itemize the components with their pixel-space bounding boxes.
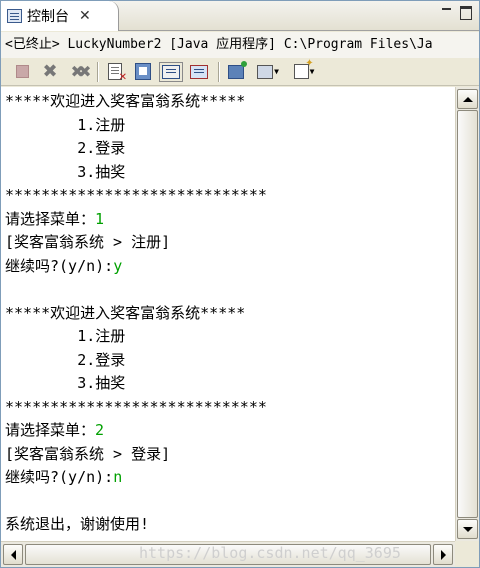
console-view: 控制台 ✕ <已终止> LuckyNumber2 [Java 应用程序] C:\…	[0, 0, 480, 568]
show-on-stderr-button[interactable]	[188, 61, 210, 83]
console-line: *****欢迎进入奖客富翁系统*****	[5, 302, 455, 326]
tab-label: 控制台	[27, 9, 69, 25]
console-user-input: y	[113, 256, 123, 275]
console-output-text: *****************************	[5, 186, 267, 204]
open-console-button[interactable]: ▼	[289, 58, 319, 83]
console-line: *****************************	[5, 396, 455, 420]
terminate-icon	[15, 65, 29, 78]
view-controls	[439, 5, 473, 19]
tab-console[interactable]: 控制台 ✕	[1, 1, 119, 31]
console-icon	[7, 9, 22, 23]
console-output-text: *****************************	[5, 397, 267, 416]
remove-launch-icon: ✖	[42, 61, 58, 82]
console-line: 3.抽奖	[5, 161, 455, 185]
console-line: 系统退出，谢谢使用!	[5, 513, 455, 537]
arrow-left-icon	[10, 549, 16, 560]
arrow-right-icon	[440, 549, 446, 560]
horizontal-scrollbar[interactable]	[1, 541, 455, 567]
console-line: 继续吗?(y/n):n	[5, 466, 455, 490]
remove-all-terminated-icon: ✖✖	[70, 62, 92, 81]
console-output-text: 2.登录	[5, 350, 126, 369]
maximize-icon[interactable]	[459, 5, 473, 19]
toolbar-separator	[218, 61, 219, 82]
vertical-scrollbar[interactable]	[455, 87, 479, 541]
console-output-text: 3.抽奖	[5, 374, 126, 392]
console-line: 2.登录	[5, 137, 455, 161]
minimize-icon[interactable]	[439, 5, 453, 19]
console-description: <已终止> LuckyNumber2 [Java 应用程序] C:\Progra…	[1, 32, 479, 58]
scroll-up-button[interactable]	[457, 89, 478, 109]
arrow-down-icon	[462, 526, 473, 532]
show-on-stdout-button[interactable]	[159, 61, 183, 83]
console-line: 2.登录	[5, 349, 455, 373]
console-user-input: n	[113, 468, 123, 486]
display-selected-console-button[interactable]: ▼	[253, 61, 283, 83]
open-console-icon	[293, 58, 314, 79]
console-line: [奖客富翁系统 > 注册]	[5, 231, 455, 255]
show-on-stderr-icon	[190, 64, 208, 79]
console-user-input: 2	[95, 421, 105, 439]
console-output-text: 请选择菜单：	[5, 421, 96, 439]
console-output-text: 3.抽奖	[5, 162, 126, 181]
console-output-text: 继续吗?(y/n):	[5, 468, 114, 486]
show-on-stdout-icon	[159, 61, 183, 82]
console-line: 1.注册	[5, 114, 455, 138]
console-output-text: 系统退出，谢谢使用!	[5, 515, 150, 533]
display-selected-console-icon	[257, 64, 274, 79]
scroll-left-button[interactable]	[3, 544, 23, 565]
scroll-lock-icon	[135, 63, 151, 80]
console-line: 请选择菜单：1	[5, 208, 455, 232]
console-line: 3.抽奖	[5, 372, 455, 396]
console-output[interactable]: *****欢迎进入奖客富翁系统***** 1.注册 2.登录 3.抽奖 *****…	[1, 87, 455, 541]
scroll-right-button[interactable]	[433, 544, 453, 565]
console-line: *****************************	[5, 184, 455, 208]
remove-all-terminated-button[interactable]: ✖✖	[67, 61, 92, 83]
pin-console-button[interactable]	[225, 60, 247, 83]
console-line: 请选择菜单：2	[5, 419, 455, 443]
console-output-text: *****欢迎进入奖客富翁系统*****	[5, 303, 246, 322]
scroll-down-button[interactable]	[457, 519, 478, 539]
close-icon[interactable]: ✕	[79, 8, 91, 24]
scrollbar-corner	[455, 541, 479, 567]
clear-console-button[interactable]	[104, 61, 127, 83]
horizontal-scroll-thumb[interactable]	[25, 544, 431, 565]
console-output-text: 继续吗?(y/n):	[5, 256, 114, 275]
console-line: [奖客富翁系统 > 登录]	[5, 443, 455, 467]
arrow-up-icon	[462, 96, 473, 102]
console-line: 继续吗?(y/n):y	[5, 255, 455, 279]
console-line: *****欢迎进入奖客富翁系统*****	[5, 90, 455, 114]
console-user-input: 1	[95, 209, 105, 228]
toolbar-separator	[97, 61, 98, 82]
console-output-text: 1.注册	[5, 327, 126, 345]
remove-launch-button[interactable]: ✖	[39, 61, 61, 83]
console-output-text: [奖客富翁系统 > 注册]	[5, 233, 171, 251]
clear-console-icon	[108, 63, 127, 83]
terminate-button[interactable]	[11, 61, 33, 83]
console-output-text: 1.注册	[5, 115, 126, 134]
console-line: 1.注册	[5, 325, 455, 349]
console-output-text: [奖客富翁系统 > 登录]	[5, 444, 171, 463]
vertical-scroll-thumb[interactable]	[457, 110, 478, 518]
view-tab-bar: 控制台 ✕	[1, 1, 479, 31]
pin-console-icon	[228, 60, 247, 79]
scroll-lock-button[interactable]	[132, 61, 154, 83]
chevron-down-icon: ▼	[274, 67, 279, 76]
console-output-text: 2.登录	[5, 139, 126, 157]
console-toolbar: ✖ ✖✖ ▼ ▼	[1, 58, 479, 86]
console-output-text: 请选择菜单：	[5, 209, 96, 228]
console-output-text: *****欢迎进入奖客富翁系统*****	[5, 92, 246, 110]
